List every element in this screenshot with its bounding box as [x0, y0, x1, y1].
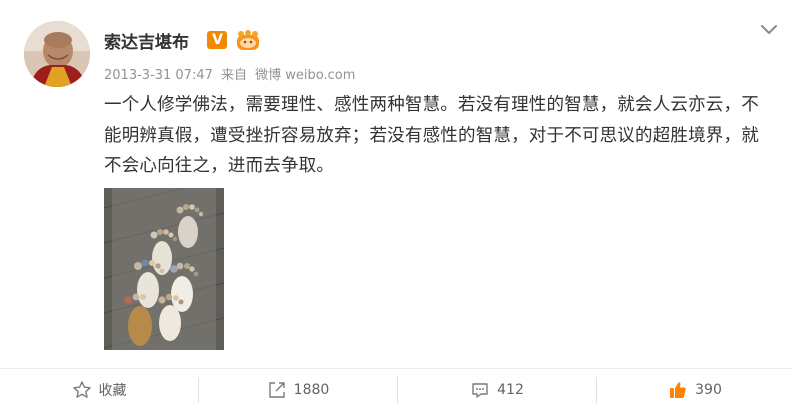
post-date[interactable]: 2013-3-31 07:47 — [104, 68, 213, 83]
share-icon — [267, 380, 287, 400]
post-image[interactable] — [104, 188, 224, 350]
avatar[interactable] — [24, 21, 90, 87]
chevron-down-icon[interactable] — [759, 22, 779, 36]
repost-count: 1880 — [293, 382, 330, 398]
like-count: 390 — [695, 382, 722, 398]
thumbs-up-icon — [668, 380, 688, 400]
comment-count: 412 — [497, 382, 524, 398]
like-button[interactable]: 390 — [597, 369, 793, 411]
star-icon — [72, 380, 92, 400]
source-prefix: 来自 — [221, 68, 248, 83]
comment-icon — [470, 380, 490, 400]
comment-button[interactable]: 412 — [398, 369, 596, 411]
post-source[interactable]: 微博 weibo.com — [255, 68, 355, 83]
username[interactable]: 索达吉堪布 — [104, 28, 189, 53]
favorite-button[interactable]: 收藏 — [0, 369, 198, 411]
weibo-post-card: 索达吉堪布 V 2013-3-31 07:47 来自 微博 weibo.com … — [0, 0, 793, 411]
verified-badge-icon: V — [207, 31, 227, 49]
vip-crown-icon — [235, 29, 261, 51]
action-bar: 收藏 1880 412 390 — [0, 369, 793, 411]
post-meta: 2013-3-31 07:47 来自 微博 weibo.com — [104, 64, 355, 83]
favorite-label: 收藏 — [98, 383, 127, 399]
post-text: 一个人修学佛法，需要理性、感性两种智慧。若没有理性的智慧，就会人云亦云，不能明辨… — [104, 95, 759, 176]
repost-button[interactable]: 1880 — [199, 369, 397, 411]
